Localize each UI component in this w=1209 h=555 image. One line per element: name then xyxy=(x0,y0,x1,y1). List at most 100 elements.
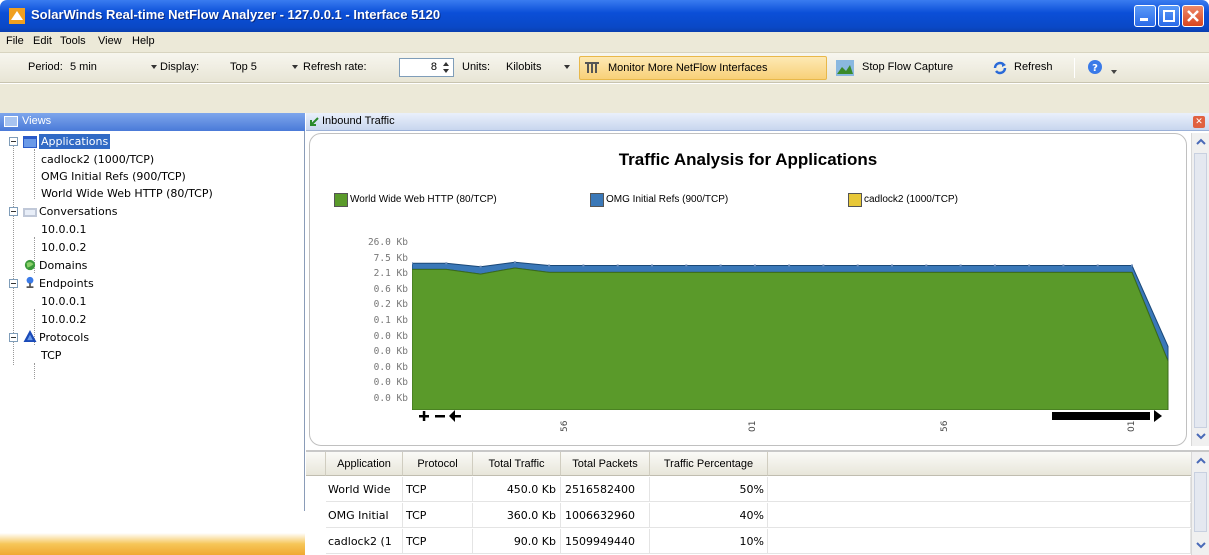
col-application[interactable]: Application xyxy=(326,452,403,476)
scroll-down-icon[interactable] xyxy=(1195,431,1207,441)
table-scroll-up-icon[interactable] xyxy=(1195,456,1207,466)
x-tick-3: 56 xyxy=(940,420,950,432)
table-cell[interactable]: TCP xyxy=(403,477,473,502)
table-cell[interactable]: 1509949440 xyxy=(561,529,650,554)
tree-protocol-tcp[interactable]: TCP xyxy=(41,348,61,363)
data-point xyxy=(479,265,482,268)
table-cell[interactable]: 360.0 Kb xyxy=(473,503,561,528)
collapse-endpoints-icon[interactable] xyxy=(9,279,18,288)
maximize-button[interactable] xyxy=(1158,5,1180,27)
period-select[interactable]: 5 min xyxy=(70,61,97,73)
toolbar-overflow-icon[interactable] xyxy=(1110,69,1118,75)
table-cell[interactable]: TCP xyxy=(403,529,473,554)
refresh-rate-spinner[interactable]: 8 xyxy=(399,58,454,77)
period-label: Period: xyxy=(28,61,63,73)
tree-applications[interactable]: Applications xyxy=(39,134,111,149)
table-cell-empty xyxy=(768,503,1191,528)
conversations-icon xyxy=(23,208,37,217)
table-cell[interactable]: TCP xyxy=(403,503,473,528)
table-cell[interactable]: 90.0 Kb xyxy=(473,529,561,554)
tree-app-www[interactable]: World Wide Web HTTP (80/TCP) xyxy=(41,186,213,201)
table-scroll-thumb[interactable] xyxy=(1194,472,1207,532)
collapse-applications-icon[interactable] xyxy=(9,137,18,146)
menu-edit[interactable]: Edit xyxy=(33,35,52,47)
stop-capture-icon xyxy=(836,60,854,76)
minimize-button[interactable] xyxy=(1134,5,1156,27)
zoom-out-icon[interactable] xyxy=(435,415,445,418)
inbound-traffic-title: Inbound Traffic xyxy=(322,115,395,127)
table-cell[interactable]: 1006632960 xyxy=(561,503,650,528)
tree-domains[interactable]: Domains xyxy=(39,258,87,273)
spinner-arrows-icon[interactable] xyxy=(441,60,451,75)
collapse-conversations-icon[interactable] xyxy=(9,207,18,216)
tree-app-omg[interactable]: OMG Initial Refs (900/TCP) xyxy=(41,169,186,184)
maximize-icon xyxy=(1163,10,1175,22)
stop-flow-capture-button[interactable]: Stop Flow Capture xyxy=(862,61,953,73)
y-tick-label: 0.1 Kb xyxy=(373,315,408,326)
panel-close-icon[interactable]: ✕ xyxy=(1193,116,1205,128)
units-dropdown-icon[interactable] xyxy=(564,65,570,69)
col-total-traffic[interactable]: Total Traffic xyxy=(473,452,561,476)
time-range-handle[interactable] xyxy=(1052,412,1150,420)
table-cell[interactable]: 40% xyxy=(650,503,768,528)
domains-globe-icon xyxy=(24,259,36,271)
scroll-left-icon[interactable] xyxy=(449,410,461,422)
tree-conversations[interactable]: Conversations xyxy=(39,204,117,219)
svg-text:?: ? xyxy=(1092,63,1098,74)
data-point xyxy=(1062,264,1065,267)
chart-scroll-thumb[interactable] xyxy=(1194,153,1207,428)
views-panel-footer xyxy=(0,511,305,555)
table-cell[interactable]: OMG Initial xyxy=(326,503,403,528)
table-cell[interactable]: 450.0 Kb xyxy=(473,477,561,502)
table-cell-empty xyxy=(768,477,1191,502)
tree-protocols[interactable]: Protocols xyxy=(39,330,89,345)
collapse-protocols-icon[interactable] xyxy=(9,333,18,342)
table-cell[interactable]: 2516582400 xyxy=(561,477,650,502)
time-range-slider[interactable] xyxy=(1050,409,1168,423)
menu-file[interactable]: File xyxy=(6,35,24,47)
title-bar: SolarWinds Real-time NetFlow Analyzer - … xyxy=(0,0,1209,32)
legend-label-omg: OMG Initial Refs (900/TCP) xyxy=(606,194,729,205)
col-total-packets[interactable]: Total Packets xyxy=(561,452,650,476)
table-cell[interactable]: 10% xyxy=(650,529,768,554)
menu-tools[interactable]: Tools xyxy=(60,35,86,47)
minimize-icon xyxy=(1140,18,1148,21)
table-cell[interactable]: 50% xyxy=(650,477,768,502)
views-icon xyxy=(4,116,18,127)
data-point xyxy=(925,264,928,267)
legend-swatch-cadlock2 xyxy=(848,193,862,207)
table-cell[interactable]: cadlock2 (1 xyxy=(326,529,403,554)
data-point xyxy=(1131,264,1133,267)
refresh-button[interactable]: Refresh xyxy=(1014,61,1053,73)
scroll-right-icon[interactable] xyxy=(1154,410,1162,422)
units-select[interactable]: Kilobits xyxy=(506,61,541,73)
table-cell[interactable]: World Wide xyxy=(326,477,403,502)
zoom-in-icon[interactable] xyxy=(419,411,429,421)
table-scroll-down-icon[interactable] xyxy=(1195,540,1207,550)
col-traffic-percentage[interactable]: Traffic Percentage xyxy=(650,452,768,476)
series-area-www xyxy=(412,267,1169,410)
display-select[interactable]: Top 5 xyxy=(230,61,257,73)
tree-endpoints[interactable]: Endpoints xyxy=(39,276,94,291)
zoom-controls xyxy=(419,410,461,422)
tree-app-cadlock2[interactable]: cadlock2 (1000/TCP) xyxy=(41,152,154,167)
legend-swatch-omg xyxy=(590,193,604,207)
tree-endpoint-1[interactable]: 10.0.0.1 xyxy=(41,294,86,309)
tree-conversation-2[interactable]: 10.0.0.2 xyxy=(41,240,86,255)
close-button[interactable] xyxy=(1182,5,1204,27)
help-icon[interactable]: ? xyxy=(1087,59,1103,75)
chart-title: Traffic Analysis for Applications xyxy=(618,150,878,169)
monitor-more-interfaces-button[interactable]: Monitor More NetFlow Interfaces xyxy=(579,56,827,80)
col-protocol[interactable]: Protocol xyxy=(403,452,473,476)
period-dropdown-icon[interactable] xyxy=(151,65,157,69)
scroll-up-icon[interactable] xyxy=(1195,137,1207,147)
display-dropdown-icon[interactable] xyxy=(292,65,298,69)
menu-help[interactable]: Help xyxy=(132,35,155,47)
y-tick-label: 26.0 Kb xyxy=(367,237,408,248)
tree-endpoint-2[interactable]: 10.0.0.2 xyxy=(41,312,86,327)
menu-view[interactable]: View xyxy=(98,35,122,47)
tree-conversation-1[interactable]: 10.0.0.1 xyxy=(41,222,86,237)
data-point xyxy=(445,262,448,265)
table-scrollbar[interactable] xyxy=(1191,452,1209,555)
chart-scrollbar[interactable] xyxy=(1191,133,1209,446)
